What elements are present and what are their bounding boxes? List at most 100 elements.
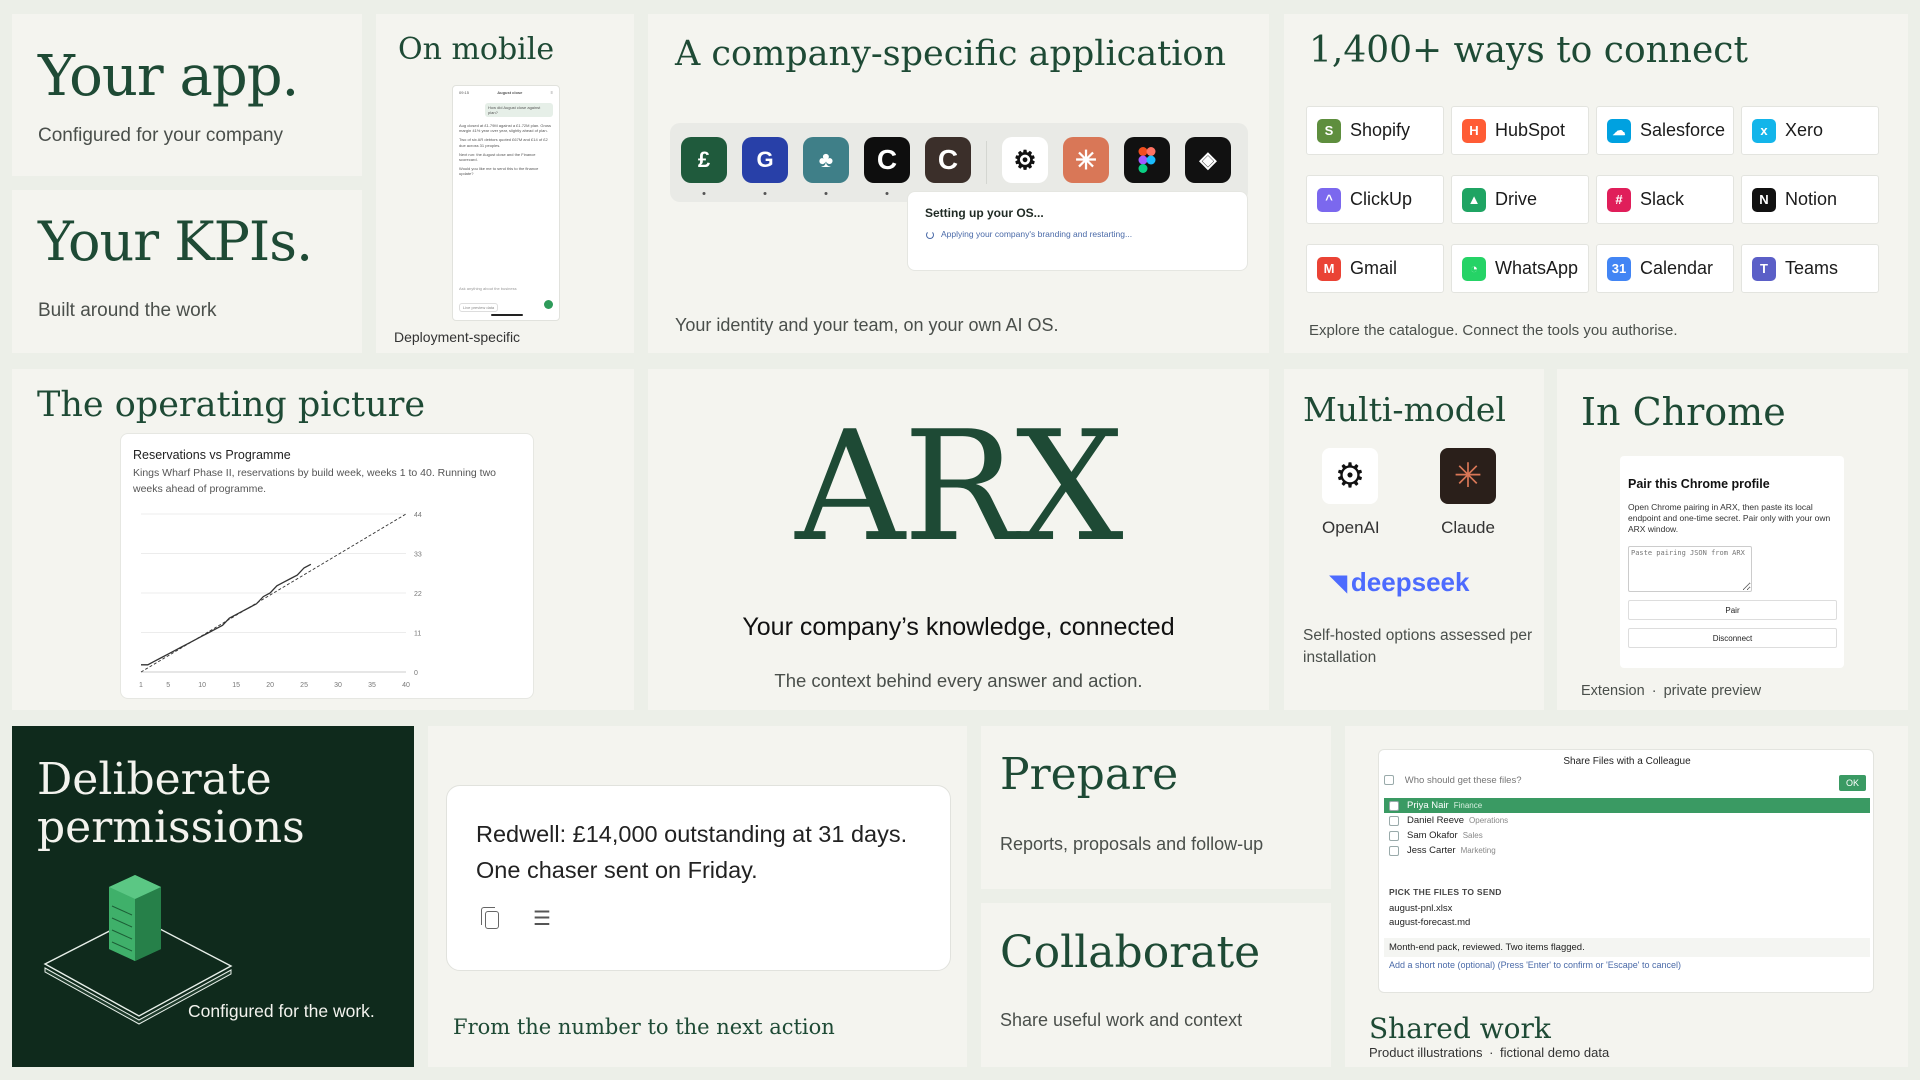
chrome-pair-panel: Pair this Chrome profile Open Chrome pai… — [1620, 456, 1844, 668]
phone-send-icon[interactable] — [544, 300, 553, 309]
shared-caption-b: fictional demo data — [1500, 1045, 1610, 1060]
connector-clickup[interactable]: ^ ClickUp — [1306, 175, 1444, 224]
gmail-icon: M — [1317, 256, 1341, 281]
card-operating-picture: The operating picture Reservations vs Pr… — [12, 369, 634, 710]
person-name: Priya Nair — [1407, 800, 1449, 811]
chrome-title: In Chrome — [1581, 390, 1786, 434]
connector-label: ClickUp — [1350, 189, 1413, 209]
connector-salesforce[interactable]: ☁ Salesforce — [1596, 106, 1734, 155]
prepare-caption: Reports, proposals and follow-up — [1000, 834, 1264, 854]
on-mobile-title: On mobile — [398, 32, 555, 67]
figma-icon[interactable] — [1124, 137, 1170, 183]
card-your-kpis: Your KPIs. Built around the work — [12, 190, 362, 353]
person-name: Jess Carter — [1407, 845, 1456, 856]
app-icon-finance[interactable]: £ — [681, 137, 727, 195]
connector-label: Salesforce — [1640, 120, 1726, 140]
y-tick-label: 33 — [414, 552, 422, 559]
disconnect-button[interactable]: Disconnect — [1628, 628, 1837, 648]
share-note[interactable]: Month-end pack, reviewed. Two items flag… — [1384, 938, 1870, 957]
card-next-action: Redwell: £14,000 outstanding at 31 days.… — [428, 726, 967, 1067]
connector-shopify[interactable]: S Shopify — [1306, 106, 1444, 155]
salesforce-icon: ☁ — [1607, 118, 1631, 143]
action-message-card: Redwell: £14,000 outstanding at 31 days.… — [446, 785, 951, 971]
your-app-title: Your app. — [38, 44, 299, 109]
action-message: Redwell: £14,000 outstanding at 31 days.… — [476, 821, 908, 883]
phone-input[interactable]: Ask anything about the business — [459, 286, 517, 291]
card-shared-work: Share Files with a Colleague OK Priya Na… — [1345, 726, 1908, 1067]
person-row[interactable]: Jess Carter Marketing — [1384, 843, 1870, 858]
openai-icon[interactable]: ⚙ — [1002, 137, 1048, 183]
person-row[interactable]: Priya Nair Finance — [1384, 798, 1870, 813]
arx-subline: The context behind every answer and acti… — [774, 670, 1143, 691]
person-checkbox[interactable] — [1389, 845, 1399, 856]
phone-answer: Aug closed at £1.79M against a £1.72M pl… — [459, 123, 552, 134]
deepseek-label: deepseek — [1350, 567, 1470, 597]
your-kpis-subtitle: Built around the work — [38, 300, 217, 321]
x-tick-label: 5 — [166, 682, 170, 689]
person-checkbox[interactable] — [1389, 815, 1399, 826]
share-search-row: OK — [1384, 775, 1870, 793]
connector-notion[interactable]: N Notion — [1741, 175, 1879, 224]
connector-label: Slack — [1640, 189, 1685, 209]
connect-title: 1,400+ ways to connect — [1309, 30, 1748, 71]
pairing-json-input[interactable] — [1628, 546, 1752, 592]
reservations-chart: 0112233441 5 10 15 20 25 30 35 40 — [139, 512, 422, 689]
connector-calendar[interactable]: 31 Calendar — [1596, 244, 1734, 293]
claude-icon[interactable]: ✳ — [1063, 137, 1109, 183]
x-tick-label: 25 — [300, 682, 308, 689]
connector-hubspot[interactable]: H HubSpot — [1451, 106, 1589, 155]
openai-icon: ⚙ — [1322, 448, 1378, 504]
person-checkbox[interactable] — [1389, 830, 1399, 841]
person-name: Sam Okafor — [1407, 830, 1458, 841]
collaborate-title: Collaborate — [1000, 927, 1261, 978]
person-row[interactable]: Daniel Reeve Operations — [1384, 813, 1870, 828]
multi-model-caption: Self-hosted options assessed per install… — [1303, 627, 1533, 667]
phone-answer-3: Next run: the August close and the Finan… — [459, 151, 536, 162]
connector-xero[interactable]: x Xero — [1741, 106, 1879, 155]
person-name: Daniel Reeve — [1407, 815, 1465, 826]
setup-panel: Setting up your OS... Applying your comp… — [907, 191, 1248, 271]
person-row[interactable]: Sam Okafor Sales — [1384, 828, 1870, 843]
app-icon-shield[interactable]: G — [742, 137, 788, 195]
connector-gmail[interactable]: M Gmail — [1306, 244, 1444, 293]
connector-slack[interactable]: # Slack — [1596, 175, 1734, 224]
copy-icon-back — [481, 907, 495, 925]
cube-app-icon[interactable]: ◈ — [1185, 137, 1231, 183]
app-icon-tree[interactable]: ♣ — [803, 137, 849, 195]
phone-menu-icon[interactable]: ≡ — [551, 90, 553, 95]
chart-panel: Reservations vs Programme Kings Wharf Ph… — [120, 433, 534, 699]
connector-whatsapp[interactable]: ◔ WhatsApp — [1451, 244, 1589, 293]
person-dept: Marketing — [1460, 846, 1496, 855]
operating-title: The operating picture — [37, 385, 426, 425]
arx-headline: Your company’s knowledge, connected — [742, 613, 1175, 641]
connector-teams[interactable]: T Teams — [1741, 244, 1879, 293]
y-tick-label: 22 — [414, 591, 422, 598]
drive-icon: ▲ — [1462, 187, 1486, 212]
file-item[interactable]: august-forecast.md — [1389, 917, 1470, 928]
phone-bubble: How did August close against plan? — [485, 103, 553, 117]
your-app-subtitle: Configured for your company — [38, 125, 284, 146]
outline-icon[interactable]: ☰ — [533, 906, 551, 931]
card-connect: 1,400+ ways to connect S Shopify H HubSpot ☁… — [1284, 14, 1908, 353]
connect-caption: Explore the catalogue. Connect the tools… — [1309, 322, 1678, 339]
shared-work-caption: Product illustrations · fictional demo d… — [1369, 1045, 1609, 1060]
files-header: PICK THE FILES TO SEND — [1389, 887, 1502, 897]
file-item[interactable]: august-pnl.xlsx — [1389, 903, 1452, 914]
app-icon-c-dark[interactable]: C — [864, 137, 910, 195]
person-checkbox[interactable] — [1389, 800, 1399, 811]
action-caption: From the number to the next action — [453, 1015, 835, 1039]
select-all-checkbox[interactable] — [1384, 775, 1394, 786]
chrome-caption-b: private preview — [1663, 683, 1762, 699]
phone-header: August close — [497, 90, 523, 95]
x-tick-label: 15 — [232, 682, 240, 689]
notion-icon: N — [1752, 187, 1776, 212]
ok-button[interactable]: OK — [1838, 775, 1866, 791]
connector-drive[interactable]: ▲ Drive — [1451, 175, 1589, 224]
app-icon-c-brown[interactable]: C — [925, 137, 971, 195]
connector-label: Calendar — [1640, 258, 1714, 278]
phone-answer-4: Would you like me to send this to the fi… — [459, 166, 539, 177]
recipient-search-input[interactable] — [1404, 775, 1785, 786]
x-tick-label: 30 — [334, 682, 342, 689]
pair-button[interactable]: Pair — [1628, 600, 1837, 620]
phone-home-bar — [491, 314, 523, 316]
